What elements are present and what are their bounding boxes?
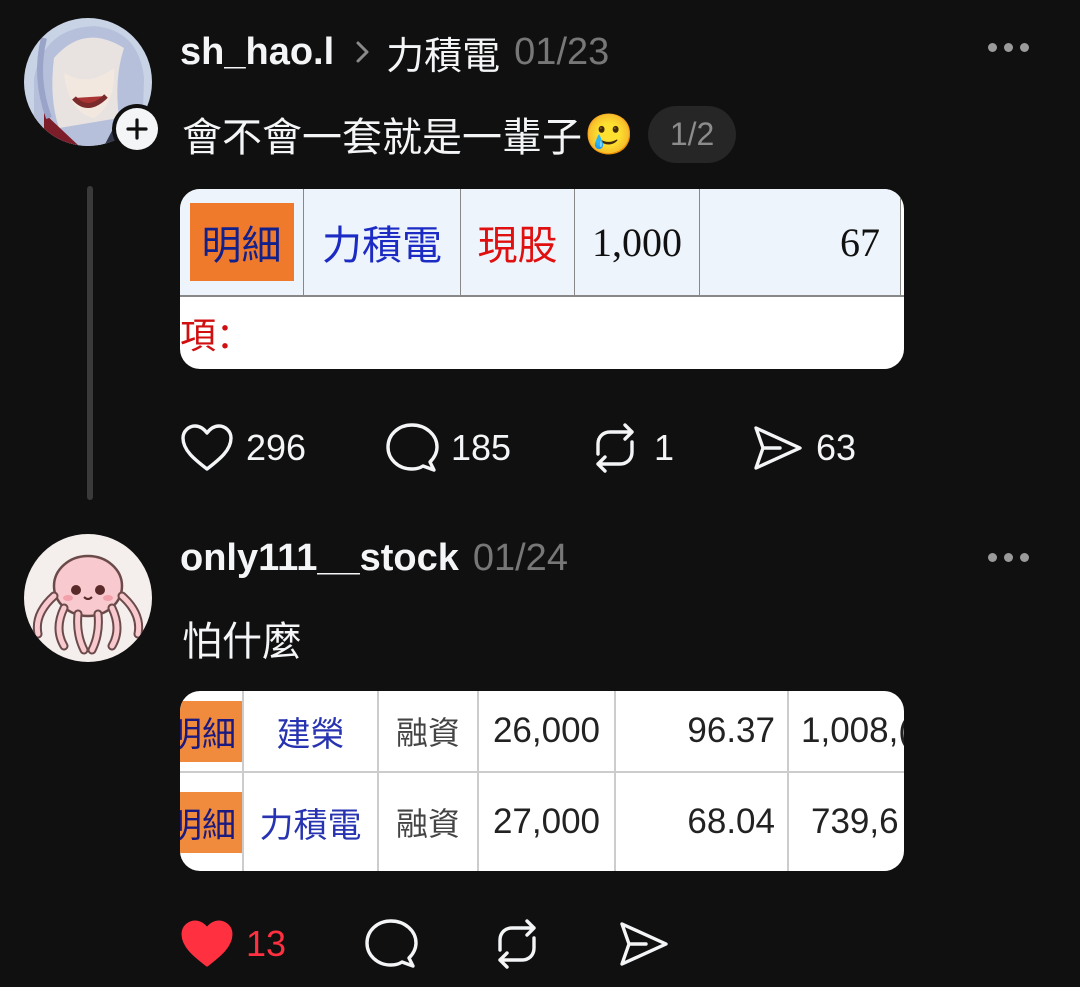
repost-icon xyxy=(498,919,536,969)
repost-icon xyxy=(596,423,634,473)
like-button[interactable]: 296 xyxy=(180,423,385,473)
avatar-only111-stock[interactable] xyxy=(24,534,152,662)
share-icon xyxy=(754,426,802,470)
post-actions: 13 xyxy=(180,916,670,972)
quantity: 1,000 xyxy=(592,219,682,265)
price: 96.37 xyxy=(687,711,775,750)
price: 68.04 xyxy=(687,802,775,841)
repost-button[interactable] xyxy=(490,918,616,970)
stock-name: 建榮 xyxy=(276,714,345,755)
plus-icon xyxy=(126,118,148,140)
more-icon xyxy=(988,43,997,52)
post-actions: 296 185 1 63 xyxy=(180,420,856,476)
price: 67 xyxy=(840,219,880,265)
note-text: 項： xyxy=(180,316,253,357)
stock-name: 力積電 xyxy=(259,805,362,846)
post-text-content: 會不會一套就是一輩子 xyxy=(182,116,582,160)
post-text-content: 怕什麼 xyxy=(182,620,302,664)
more-options-button[interactable] xyxy=(988,43,1029,52)
post-date: 01/24 xyxy=(472,536,568,579)
table-cell: 739,6 xyxy=(789,773,904,871)
follow-button[interactable] xyxy=(112,104,162,154)
post-image[interactable]: 明細 建榮 融資 26,000 96.37 1,008,( 明細 力積電 融資 … xyxy=(180,691,904,871)
like-count: 13 xyxy=(246,923,287,964)
table-row: 明細 建榮 融資 26,000 96.37 1,008,( xyxy=(180,691,904,773)
table-cell: 1,000 xyxy=(575,189,700,295)
heart-icon xyxy=(181,424,233,471)
table-cell: 1,008,( xyxy=(789,691,904,771)
reply-button[interactable] xyxy=(364,918,490,970)
detail-badge: 明細 xyxy=(189,203,294,281)
topic-tag[interactable]: 力積電 xyxy=(386,25,500,80)
table-cell: 現股 xyxy=(461,189,575,295)
repost-count: 1 xyxy=(654,427,675,468)
table-row: 明細 力積電 融資 27,000 68.04 739,6 xyxy=(180,773,904,871)
post-image[interactable]: 明細 力積電 現股 1,000 67 項： xyxy=(180,189,904,369)
post-text: 怕什麼 xyxy=(182,608,302,668)
table-cell: 力積電 xyxy=(304,189,461,295)
username[interactable]: sh_hao.l xyxy=(180,31,334,74)
repost-button[interactable]: 1 xyxy=(588,422,750,474)
quantity: 27,000 xyxy=(492,802,601,841)
like-count: 296 xyxy=(246,427,307,468)
table-cell: 67 xyxy=(700,189,901,295)
detail-badge: 明細 xyxy=(180,791,242,853)
reply-button[interactable]: 185 xyxy=(385,422,588,474)
more-icon xyxy=(988,553,997,562)
chevron-right-icon xyxy=(354,39,372,65)
table-cell: 96.37 xyxy=(616,691,789,771)
comment-icon xyxy=(386,423,439,472)
reply-count: 185 xyxy=(451,427,512,468)
thread-line xyxy=(87,186,93,500)
comment-icon xyxy=(365,919,418,968)
post-header: only111__stock 01/24 xyxy=(180,528,568,588)
share-button[interactable]: 63 xyxy=(750,423,856,473)
heart-icon xyxy=(181,920,233,967)
emoji: 🥲 xyxy=(584,112,634,157)
table-row: 明細 力積電 現股 1,000 67 xyxy=(180,189,904,297)
amount: 739,6 xyxy=(811,802,899,841)
table-cell: 力積電 xyxy=(244,773,379,871)
share-button[interactable] xyxy=(616,919,670,969)
like-button[interactable]: 13 xyxy=(180,919,364,969)
table-cell: 融資 xyxy=(379,773,479,871)
table-cell: 68.04 xyxy=(616,773,789,871)
more-options-button[interactable] xyxy=(988,553,1029,562)
quantity: 26,000 xyxy=(492,711,601,750)
trade-type: 融資 xyxy=(395,714,460,752)
trade-type: 融資 xyxy=(395,805,460,843)
post-date: 01/23 xyxy=(514,30,610,73)
table-cell: 明細 xyxy=(180,773,244,871)
share-icon xyxy=(620,922,668,966)
username[interactable]: only111__stock xyxy=(180,537,459,580)
table-cell: 融資 xyxy=(379,691,479,771)
table-cell: 明細 xyxy=(180,189,304,295)
table-cell: 27,000 xyxy=(479,773,616,871)
table-cell: 26,000 xyxy=(479,691,616,771)
share-count: 63 xyxy=(816,427,857,468)
stock-name: 力積電 xyxy=(322,223,442,269)
trade-type: 現股 xyxy=(477,223,558,269)
post-text: 會不會一套就是一輩子 🥲 1/2 xyxy=(182,104,737,164)
detail-badge: 明細 xyxy=(180,700,242,762)
post-header: sh_hao.l 力積電 01/23 xyxy=(180,22,609,82)
amount: 1,008,( xyxy=(801,711,904,750)
page-indicator: 1/2 xyxy=(647,105,737,163)
table-cell: 明細 xyxy=(180,691,244,771)
table-cell: 建榮 xyxy=(244,691,379,771)
